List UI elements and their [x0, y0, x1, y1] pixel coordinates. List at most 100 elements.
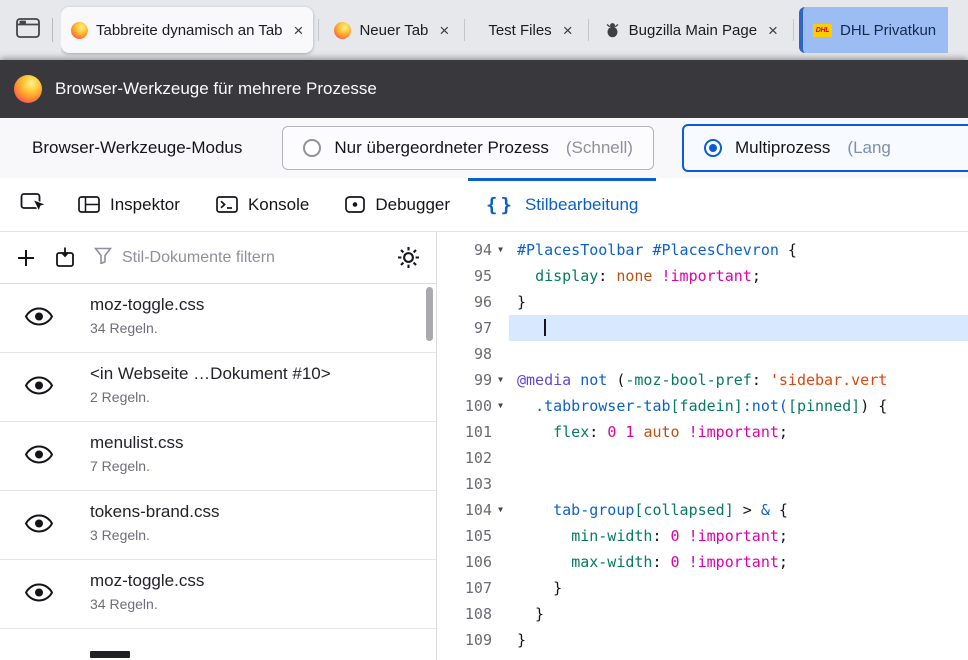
code-text[interactable]: min-width: 0 !important; — [509, 523, 968, 549]
toolbox-mode-option[interactable]: Nur übergeordneter Prozess(Schnell) — [282, 126, 654, 170]
code-text[interactable] — [509, 445, 968, 471]
code-token — [517, 501, 553, 519]
line-gutter: 107 — [437, 575, 509, 601]
visibility-eye-icon[interactable] — [24, 375, 54, 397]
code-token: : — [652, 527, 670, 545]
new-stylesheet-button[interactable] — [16, 248, 36, 268]
line-gutter: 101 — [437, 419, 509, 445]
line-number: 105 — [465, 523, 492, 549]
tab-label: DHL Privatkun — [840, 22, 936, 39]
line-gutter: 106 — [437, 549, 509, 575]
fold-marker-icon[interactable]: ▼ — [492, 367, 509, 393]
code-token: max-width — [571, 553, 652, 571]
code-line: 108 } — [437, 601, 968, 627]
devtools-tab-konsole[interactable]: Konsole — [198, 178, 327, 231]
tab-close-button[interactable]: × — [439, 22, 449, 39]
filter-stylesheets-input[interactable]: Stil-Dokumente filtern — [94, 247, 379, 269]
code-token — [517, 319, 544, 337]
radio-icon — [303, 139, 321, 157]
browser-tab[interactable]: Neuer Tab× — [324, 7, 459, 53]
tab-close-button[interactable]: × — [563, 22, 573, 39]
line-number: 98 — [474, 341, 492, 367]
code-text[interactable]: } — [509, 575, 968, 601]
mode-bar-label: Browser-Werkzeuge-Modus — [32, 138, 242, 158]
visibility-eye-icon[interactable] — [24, 513, 54, 535]
code-text[interactable]: #PlacesToolbar #PlacesChevron { — [509, 237, 968, 263]
node-picker-icon — [20, 190, 49, 220]
code-token — [517, 527, 571, 545]
visibility-eye-icon[interactable] — [24, 444, 54, 466]
code-text[interactable]: } — [509, 601, 968, 627]
tab-close-button[interactable]: × — [768, 22, 778, 39]
code-line: 100▼ .tabbrowser-tab[fadein]:not([pinned… — [437, 393, 968, 419]
code-line: 107 } — [437, 575, 968, 601]
tab-close-button[interactable]: × — [294, 22, 304, 39]
stylesheet-item[interactable]: moz-toggle.css34 Regeln. — [0, 560, 436, 629]
code-token — [680, 553, 689, 571]
firefox-favicon — [334, 22, 351, 39]
code-token: 0 — [671, 527, 680, 545]
text-cursor — [544, 319, 546, 336]
node-picker-button[interactable] — [8, 178, 60, 231]
code-text[interactable]: max-width: 0 !important; — [509, 549, 968, 575]
clipped-list-item — [0, 651, 436, 660]
code-text[interactable]: display: none !important; — [509, 263, 968, 289]
devtools-tab-inspektor[interactable]: Inspektor — [60, 178, 198, 231]
code-editor[interactable]: 94▼#PlacesToolbar #PlacesChevron {95 dis… — [437, 232, 968, 660]
code-token — [517, 553, 571, 571]
browser-tab[interactable]: Bugzilla Main Page× — [594, 7, 788, 53]
code-token: -moz-bool-pref — [625, 371, 751, 389]
line-number: 104 — [465, 497, 492, 523]
devtools-tab-stilbearbeitung[interactable]: {}Stilbearbeitung — [468, 178, 656, 231]
stylesheet-item[interactable]: tokens-brand.css3 Regeln. — [0, 491, 436, 560]
line-number: 102 — [465, 445, 492, 471]
code-text[interactable] — [509, 471, 968, 497]
code-token: auto — [643, 423, 679, 441]
toolbox-mode-option[interactable]: Multiprozess(Lang — [682, 124, 968, 172]
visibility-eye-icon[interactable] — [24, 582, 54, 604]
clipped-text — [90, 651, 130, 658]
code-text[interactable] — [509, 341, 968, 367]
import-stylesheet-button[interactable] — [54, 247, 76, 268]
code-text[interactable]: tab-group[collapsed] > & { — [509, 497, 968, 523]
code-text[interactable] — [509, 315, 968, 341]
line-number: 94 — [474, 237, 492, 263]
code-token: { — [770, 501, 788, 519]
scrollbar-thumb[interactable] — [426, 287, 433, 341]
code-token — [517, 423, 553, 441]
code-token: > — [734, 501, 761, 519]
devtools-tab-debugger[interactable]: Debugger — [327, 178, 468, 231]
firefox-favicon — [71, 22, 88, 39]
console-icon — [216, 196, 238, 213]
line-gutter: 99▼ — [437, 367, 509, 393]
code-text[interactable]: } — [509, 627, 968, 653]
stylesheet-item[interactable]: menulist.css7 Regeln. — [0, 422, 436, 491]
stylesheet-item[interactable]: moz-toggle.css34 Regeln. — [0, 284, 436, 353]
filter-funnel-icon — [94, 247, 112, 269]
browser-tab[interactable]: DHLDHL Privatkun — [799, 7, 948, 53]
code-token: ; — [779, 423, 788, 441]
visibility-eye-icon[interactable] — [24, 306, 54, 328]
fold-marker-icon[interactable]: ▼ — [492, 237, 509, 263]
code-token: tab-group — [553, 501, 634, 519]
browser-tab[interactable]: Tabbreite dynamisch an Tab× — [61, 7, 313, 53]
fold-marker-icon[interactable]: ▼ — [492, 393, 509, 419]
browser-tab[interactable]: Test Files× — [470, 7, 582, 53]
code-text[interactable]: .tabbrowser-tab[fadein]:not([pinned]) { — [509, 393, 968, 419]
mode-option-label: Multiprozess — [735, 138, 830, 158]
fold-marker-icon[interactable]: ▼ — [492, 497, 509, 523]
stylesheet-rule-count: 3 Regeln. — [90, 527, 424, 543]
code-token: none — [616, 267, 652, 285]
code-text[interactable]: } — [509, 289, 968, 315]
stylesheet-item[interactable]: <in Webseite …Dokument #10>2 Regeln. — [0, 353, 436, 422]
radio-icon — [704, 139, 722, 157]
tab-separator — [318, 19, 319, 41]
options-gear-icon[interactable] — [397, 246, 420, 269]
code-token: [pinned] — [788, 397, 860, 415]
code-line: 103 — [437, 471, 968, 497]
code-token: flex — [553, 423, 589, 441]
code-text[interactable]: flex: 0 1 auto !important; — [509, 419, 968, 445]
devtools-tab-label: Debugger — [375, 195, 450, 215]
code-text[interactable]: @media not (-moz-bool-pref: 'sidebar.ver… — [509, 367, 968, 393]
firefox-view-button[interactable] — [8, 10, 48, 50]
